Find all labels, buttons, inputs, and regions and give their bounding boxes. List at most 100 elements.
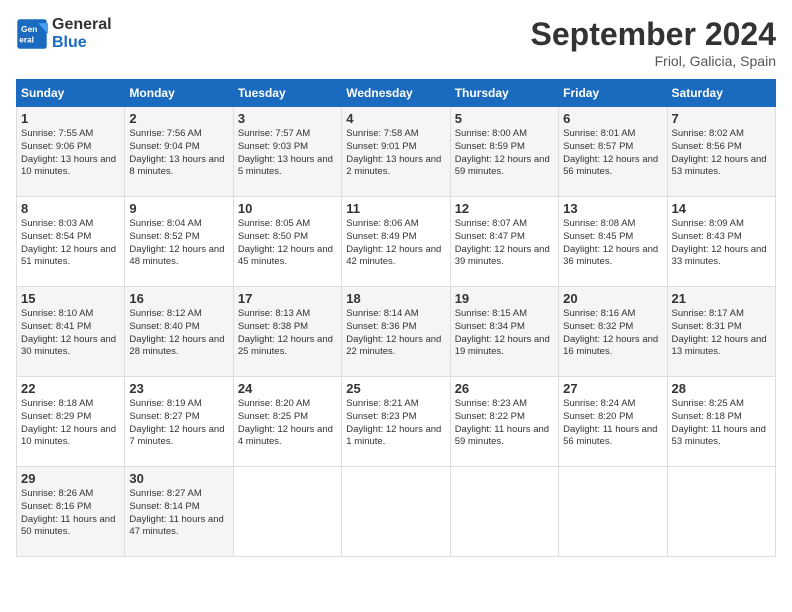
- day-number: 14: [672, 201, 771, 216]
- calendar-cell: [667, 467, 775, 557]
- day-info: Sunrise: 7:55 AM Sunset: 9:06 PM Dayligh…: [21, 128, 120, 179]
- day-info: Sunrise: 8:16 AM Sunset: 8:32 PM Dayligh…: [563, 308, 662, 359]
- calendar-cell: [342, 467, 450, 557]
- day-info: Sunrise: 8:19 AM Sunset: 8:27 PM Dayligh…: [129, 398, 228, 449]
- day-info: Sunrise: 8:25 AM Sunset: 8:18 PM Dayligh…: [672, 398, 771, 449]
- calendar-cell: 9 Sunrise: 8:04 AM Sunset: 8:52 PM Dayli…: [125, 197, 233, 287]
- day-info: Sunrise: 8:03 AM Sunset: 8:54 PM Dayligh…: [21, 218, 120, 269]
- day-info: Sunrise: 8:14 AM Sunset: 8:36 PM Dayligh…: [346, 308, 445, 359]
- calendar-cell: 25 Sunrise: 8:21 AM Sunset: 8:23 PM Dayl…: [342, 377, 450, 467]
- day-number: 13: [563, 201, 662, 216]
- day-number: 9: [129, 201, 228, 216]
- day-info: Sunrise: 8:17 AM Sunset: 8:31 PM Dayligh…: [672, 308, 771, 359]
- day-number: 15: [21, 291, 120, 306]
- day-number: 6: [563, 111, 662, 126]
- day-info: Sunrise: 7:58 AM Sunset: 9:01 PM Dayligh…: [346, 128, 445, 179]
- header-monday: Monday: [125, 80, 233, 107]
- calendar-week-row: 22 Sunrise: 8:18 AM Sunset: 8:29 PM Dayl…: [17, 377, 776, 467]
- day-info: Sunrise: 8:04 AM Sunset: 8:52 PM Dayligh…: [129, 218, 228, 269]
- day-number: 24: [238, 381, 337, 396]
- header: Gen eral General Blue September 2024 Fri…: [16, 16, 776, 69]
- calendar-week-row: 1 Sunrise: 7:55 AM Sunset: 9:06 PM Dayli…: [17, 107, 776, 197]
- calendar-cell: 13 Sunrise: 8:08 AM Sunset: 8:45 PM Dayl…: [559, 197, 667, 287]
- calendar-cell: 21 Sunrise: 8:17 AM Sunset: 8:31 PM Dayl…: [667, 287, 775, 377]
- calendar-title: September 2024: [531, 16, 776, 53]
- calendar-cell: 12 Sunrise: 8:07 AM Sunset: 8:47 PM Dayl…: [450, 197, 558, 287]
- day-info: Sunrise: 8:01 AM Sunset: 8:57 PM Dayligh…: [563, 128, 662, 179]
- day-number: 16: [129, 291, 228, 306]
- day-info: Sunrise: 8:07 AM Sunset: 8:47 PM Dayligh…: [455, 218, 554, 269]
- day-info: Sunrise: 8:00 AM Sunset: 8:59 PM Dayligh…: [455, 128, 554, 179]
- day-number: 19: [455, 291, 554, 306]
- day-info: Sunrise: 8:09 AM Sunset: 8:43 PM Dayligh…: [672, 218, 771, 269]
- header-saturday: Saturday: [667, 80, 775, 107]
- day-info: Sunrise: 8:23 AM Sunset: 8:22 PM Dayligh…: [455, 398, 554, 449]
- day-info: Sunrise: 7:56 AM Sunset: 9:04 PM Dayligh…: [129, 128, 228, 179]
- logo-line2: Blue: [52, 34, 112, 52]
- calendar-cell: [450, 467, 558, 557]
- day-info: Sunrise: 8:21 AM Sunset: 8:23 PM Dayligh…: [346, 398, 445, 449]
- day-info: Sunrise: 8:10 AM Sunset: 8:41 PM Dayligh…: [21, 308, 120, 359]
- day-number: 27: [563, 381, 662, 396]
- calendar-cell: 27 Sunrise: 8:24 AM Sunset: 8:20 PM Dayl…: [559, 377, 667, 467]
- day-info: Sunrise: 7:57 AM Sunset: 9:03 PM Dayligh…: [238, 128, 337, 179]
- header-thursday: Thursday: [450, 80, 558, 107]
- calendar-header-row: Sunday Monday Tuesday Wednesday Thursday…: [17, 80, 776, 107]
- calendar-cell: 10 Sunrise: 8:05 AM Sunset: 8:50 PM Dayl…: [233, 197, 341, 287]
- header-wednesday: Wednesday: [342, 80, 450, 107]
- calendar-cell: 20 Sunrise: 8:16 AM Sunset: 8:32 PM Dayl…: [559, 287, 667, 377]
- day-number: 25: [346, 381, 445, 396]
- calendar-week-row: 29 Sunrise: 8:26 AM Sunset: 8:16 PM Dayl…: [17, 467, 776, 557]
- day-info: Sunrise: 8:02 AM Sunset: 8:56 PM Dayligh…: [672, 128, 771, 179]
- day-number: 22: [21, 381, 120, 396]
- calendar-cell: 7 Sunrise: 8:02 AM Sunset: 8:56 PM Dayli…: [667, 107, 775, 197]
- calendar-week-row: 8 Sunrise: 8:03 AM Sunset: 8:54 PM Dayli…: [17, 197, 776, 287]
- calendar-cell: 8 Sunrise: 8:03 AM Sunset: 8:54 PM Dayli…: [17, 197, 125, 287]
- calendar-week-row: 15 Sunrise: 8:10 AM Sunset: 8:41 PM Dayl…: [17, 287, 776, 377]
- calendar-cell: 4 Sunrise: 7:58 AM Sunset: 9:01 PM Dayli…: [342, 107, 450, 197]
- logo-line1: General: [52, 16, 112, 34]
- day-number: 4: [346, 111, 445, 126]
- calendar-cell: 3 Sunrise: 7:57 AM Sunset: 9:03 PM Dayli…: [233, 107, 341, 197]
- calendar-cell: 23 Sunrise: 8:19 AM Sunset: 8:27 PM Dayl…: [125, 377, 233, 467]
- calendar-cell: 6 Sunrise: 8:01 AM Sunset: 8:57 PM Dayli…: [559, 107, 667, 197]
- calendar-cell: 30 Sunrise: 8:27 AM Sunset: 8:14 PM Dayl…: [125, 467, 233, 557]
- calendar-cell: 26 Sunrise: 8:23 AM Sunset: 8:22 PM Dayl…: [450, 377, 558, 467]
- day-number: 17: [238, 291, 337, 306]
- svg-text:eral: eral: [19, 34, 34, 44]
- svg-text:Gen: Gen: [21, 24, 37, 34]
- day-info: Sunrise: 8:27 AM Sunset: 8:14 PM Dayligh…: [129, 488, 228, 539]
- header-sunday: Sunday: [17, 80, 125, 107]
- calendar-cell: 18 Sunrise: 8:14 AM Sunset: 8:36 PM Dayl…: [342, 287, 450, 377]
- calendar-cell: 28 Sunrise: 8:25 AM Sunset: 8:18 PM Dayl…: [667, 377, 775, 467]
- day-info: Sunrise: 8:08 AM Sunset: 8:45 PM Dayligh…: [563, 218, 662, 269]
- day-number: 28: [672, 381, 771, 396]
- logo-icon: Gen eral: [16, 18, 48, 50]
- header-friday: Friday: [559, 80, 667, 107]
- day-number: 23: [129, 381, 228, 396]
- day-info: Sunrise: 8:13 AM Sunset: 8:38 PM Dayligh…: [238, 308, 337, 359]
- day-info: Sunrise: 8:05 AM Sunset: 8:50 PM Dayligh…: [238, 218, 337, 269]
- day-number: 20: [563, 291, 662, 306]
- day-number: 21: [672, 291, 771, 306]
- calendar-cell: 16 Sunrise: 8:12 AM Sunset: 8:40 PM Dayl…: [125, 287, 233, 377]
- day-number: 7: [672, 111, 771, 126]
- day-number: 3: [238, 111, 337, 126]
- day-info: Sunrise: 8:26 AM Sunset: 8:16 PM Dayligh…: [21, 488, 120, 539]
- calendar-cell: [233, 467, 341, 557]
- day-info: Sunrise: 8:15 AM Sunset: 8:34 PM Dayligh…: [455, 308, 554, 359]
- logo: Gen eral General Blue: [16, 16, 112, 52]
- day-number: 1: [21, 111, 120, 126]
- title-block: September 2024 Friol, Galicia, Spain: [531, 16, 776, 69]
- day-number: 29: [21, 471, 120, 486]
- calendar-cell: 15 Sunrise: 8:10 AM Sunset: 8:41 PM Dayl…: [17, 287, 125, 377]
- day-number: 18: [346, 291, 445, 306]
- day-number: 10: [238, 201, 337, 216]
- calendar-table: Sunday Monday Tuesday Wednesday Thursday…: [16, 79, 776, 557]
- day-number: 8: [21, 201, 120, 216]
- day-info: Sunrise: 8:12 AM Sunset: 8:40 PM Dayligh…: [129, 308, 228, 359]
- day-number: 12: [455, 201, 554, 216]
- day-info: Sunrise: 8:06 AM Sunset: 8:49 PM Dayligh…: [346, 218, 445, 269]
- day-number: 26: [455, 381, 554, 396]
- day-number: 11: [346, 201, 445, 216]
